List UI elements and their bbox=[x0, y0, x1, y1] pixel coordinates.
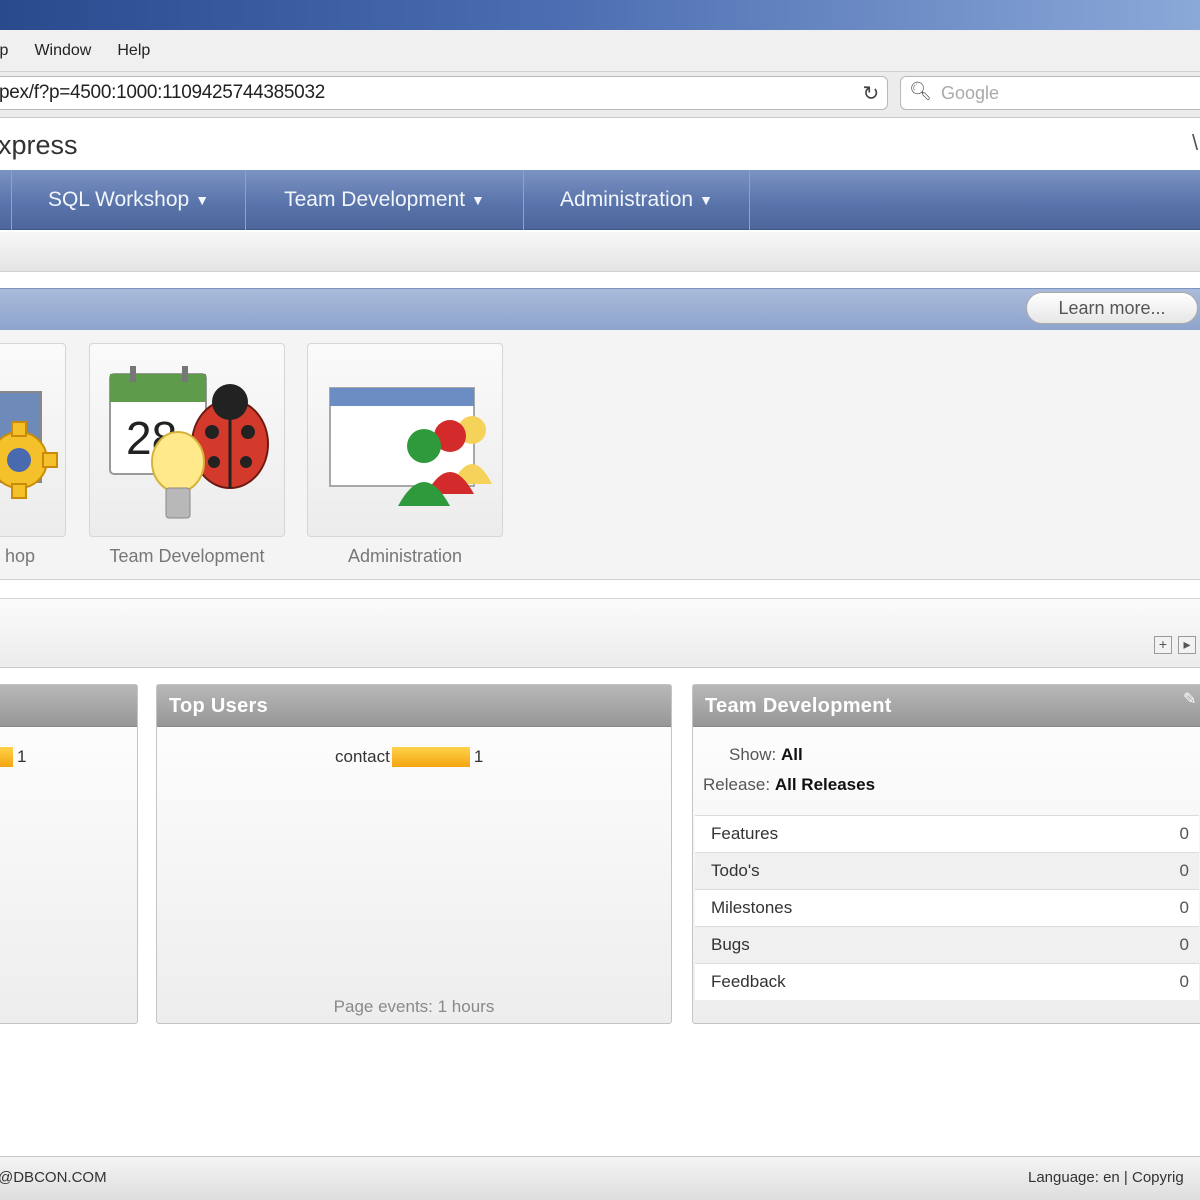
reload-icon[interactable]: ↻ bbox=[863, 81, 880, 106]
bar-row: contact 1 bbox=[335, 747, 483, 767]
address-bar[interactable]: pex/f?p=4500:1000:1109425744385032 ↻ bbox=[0, 76, 888, 110]
menu-bar: lp Window Help bbox=[0, 30, 1200, 72]
gear-icon bbox=[0, 391, 58, 499]
panel-team-development: Team Development ✎ Show: All Release: Al… bbox=[692, 684, 1200, 1024]
footer-language[interactable]: Language: en | Copyrig bbox=[1028, 1169, 1184, 1186]
window-users-icon bbox=[329, 387, 492, 506]
tile-administration[interactable] bbox=[307, 343, 503, 537]
breadcrumb-bar bbox=[0, 232, 1200, 272]
address-text: pex/f?p=4500:1000:1109425744385032 bbox=[0, 82, 325, 103]
app-header: xpress \ bbox=[0, 118, 1200, 170]
tile-sql-workshop[interactable] bbox=[0, 343, 66, 537]
panel-title: Top Users bbox=[157, 685, 671, 727]
show-filter[interactable]: Show: All bbox=[729, 745, 803, 765]
row-count: 0 bbox=[1179, 861, 1189, 880]
release-filter[interactable]: Release: All Releases bbox=[703, 775, 875, 795]
caret-down-icon: ▼ bbox=[195, 192, 210, 208]
table-row[interactable]: Features 0 bbox=[695, 815, 1199, 852]
user-count: 1 bbox=[473, 747, 484, 766]
show-label: Show: bbox=[729, 745, 777, 764]
search-icon: 🔍︎ bbox=[909, 81, 932, 101]
panel-top-users: Top Users contact 1 Page events: 1 hours bbox=[156, 684, 672, 1024]
hero-header bbox=[0, 288, 1200, 330]
release-value: All Releases bbox=[774, 775, 876, 794]
caret-down-icon: ▼ bbox=[699, 192, 713, 208]
learn-more-button[interactable]: Learn more... bbox=[1026, 292, 1198, 324]
row-label: Bugs bbox=[711, 935, 750, 954]
show-value: All bbox=[780, 745, 803, 764]
menu-help-partial[interactable]: lp bbox=[0, 42, 8, 60]
bar-fill bbox=[391, 747, 470, 767]
window-titlebar bbox=[0, 0, 1200, 30]
tile-team-development[interactable]: 28 bbox=[89, 343, 285, 537]
collapse-icon[interactable]: ▸ bbox=[1178, 636, 1196, 654]
nav-label: SQL Workshop bbox=[47, 188, 190, 211]
bar-value: 1 bbox=[17, 747, 27, 766]
bar-fill bbox=[0, 747, 13, 767]
user-name[interactable]: contact bbox=[335, 747, 390, 767]
panel-left-header bbox=[0, 685, 137, 727]
edit-icon[interactable]: ✎ bbox=[1183, 689, 1196, 709]
row-count: 0 bbox=[1179, 824, 1189, 843]
row-count: 0 bbox=[1179, 972, 1189, 991]
nav-label: Administration bbox=[560, 188, 694, 211]
search-placeholder: Google bbox=[941, 83, 1000, 103]
caret-down-icon: ▼ bbox=[471, 192, 485, 208]
table-row[interactable]: Todo's 0 bbox=[695, 852, 1199, 889]
header-right-fragment: \ bbox=[1192, 130, 1199, 155]
tile-label-team-development[interactable]: Team Development bbox=[89, 546, 285, 567]
calendar-ladybug-bulb-icon: 28 bbox=[109, 366, 269, 519]
row-count: 0 bbox=[1179, 935, 1189, 954]
footer-left: @DBCON.COM bbox=[0, 1169, 107, 1186]
panel-footer: Page events: 1 hours bbox=[333, 997, 495, 1016]
row-label: Features bbox=[711, 824, 779, 843]
table-row[interactable]: Milestones 0 bbox=[695, 889, 1199, 926]
bar-row: 1 bbox=[0, 747, 26, 767]
search-box[interactable]: 🔍︎ Google bbox=[900, 76, 1200, 110]
region-bar bbox=[0, 598, 1200, 668]
page-footer: @DBCON.COM Language: en | Copyrig bbox=[0, 1156, 1200, 1200]
nav-sql-workshop[interactable]: SQL Workshop ▼ bbox=[12, 170, 246, 230]
nav-label: Team Development bbox=[284, 188, 466, 211]
address-row: pex/f?p=4500:1000:1109425744385032 ↻ 🔍︎ … bbox=[0, 72, 1200, 118]
row-label: Todo's bbox=[711, 861, 760, 880]
browser-window: lp Window Help pex/f?p=4500:1000:1109425… bbox=[0, 0, 1200, 1200]
row-label: Milestones bbox=[711, 898, 793, 917]
expand-icon[interactable]: + bbox=[1154, 636, 1172, 654]
team-dev-table: Features 0 Todo's 0 Milestones 0 Bugs 0 … bbox=[695, 815, 1199, 1000]
panel-title: Team Development bbox=[693, 685, 1200, 727]
row-count: 0 bbox=[1179, 898, 1189, 917]
app-title: xpress bbox=[0, 130, 78, 160]
tile-label-sql-workshop[interactable]: hop bbox=[0, 546, 60, 567]
release-label: Release: bbox=[703, 775, 771, 794]
main-nav: SQL Workshop ▼ Team Development ▼ Administ… bbox=[0, 170, 1200, 230]
nav-administration[interactable]: Administration ▼ bbox=[524, 170, 750, 230]
menu-help[interactable]: Help bbox=[117, 42, 150, 60]
menu-window[interactable]: Window bbox=[34, 42, 91, 60]
table-row[interactable]: Bugs 0 bbox=[695, 926, 1199, 963]
nav-team-development[interactable]: Team Development ▼ bbox=[246, 170, 524, 230]
row-label: Feedback bbox=[711, 972, 786, 991]
tile-label-administration[interactable]: Administration bbox=[307, 546, 503, 567]
nav-item-partial[interactable] bbox=[0, 170, 12, 230]
panel-left-partial: 1 bbox=[0, 684, 138, 1024]
table-row[interactable]: Feedback 0 bbox=[695, 963, 1199, 1000]
